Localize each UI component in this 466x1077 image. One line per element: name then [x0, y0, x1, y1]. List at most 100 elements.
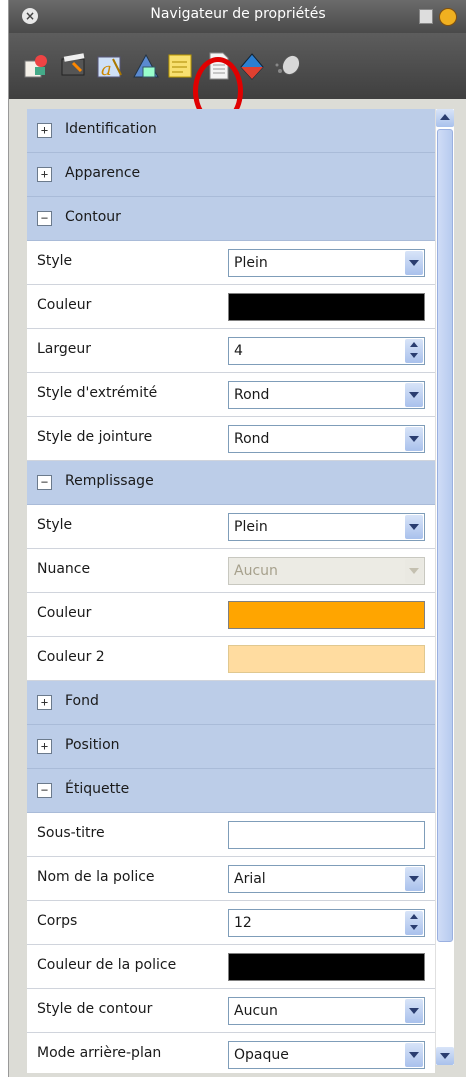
- chevron-down-icon[interactable]: [405, 383, 423, 407]
- outline-style-select[interactable]: Aucun: [228, 997, 425, 1025]
- dock-icon[interactable]: [419, 9, 433, 24]
- select-value: Plein: [234, 519, 268, 535]
- text-format-tab-icon[interactable]: a: [95, 51, 125, 81]
- section-label: Apparence: [65, 165, 141, 181]
- contour-largeur-row: Largeur 4: [27, 329, 435, 373]
- tab-toolbar: a: [9, 33, 466, 125]
- property-label: Style de contour: [37, 1001, 153, 1017]
- expand-icon[interactable]: +: [37, 739, 52, 754]
- label-background-row: Mode arrière-plan Opaque: [27, 1033, 435, 1073]
- label-outline-row: Style de contour Aucun: [27, 989, 435, 1033]
- chevron-down-icon: [405, 559, 423, 583]
- fill-nuance-row: Nuance Aucun: [27, 549, 435, 593]
- contour-extremite-row: Style d'extrémité Rond: [27, 373, 435, 417]
- expand-icon[interactable]: +: [37, 123, 52, 138]
- spin-arrows-icon[interactable]: [405, 911, 423, 935]
- contour-color-swatch[interactable]: [228, 293, 425, 321]
- expand-icon[interactable]: +: [37, 695, 52, 710]
- property-label: Couleur de la police: [37, 957, 177, 973]
- title-bar: × Navigateur de propriétés: [9, 0, 466, 33]
- section-apparence[interactable]: + Apparence: [27, 153, 435, 197]
- section-fond[interactable]: + Fond: [27, 681, 435, 725]
- property-label: Couleur: [37, 297, 92, 313]
- property-list: + Identification + Apparence − Contour S…: [27, 109, 435, 1073]
- vertical-scrollbar[interactable]: [435, 109, 454, 1065]
- section-identification[interactable]: + Identification: [27, 109, 435, 153]
- property-label: Style: [37, 253, 73, 269]
- section-label: Position: [65, 737, 120, 753]
- section-label: Contour: [65, 209, 121, 225]
- animation-tab-icon[interactable]: [59, 51, 89, 81]
- scroll-up-icon[interactable]: [436, 109, 454, 127]
- property-label: Style d'extrémité: [37, 385, 158, 401]
- join-style-select[interactable]: Rond: [228, 425, 425, 453]
- contour-style-row: Style Plein: [27, 241, 435, 285]
- section-label: Fond: [65, 693, 99, 709]
- contour-jointure-row: Style de jointure Rond: [27, 417, 435, 461]
- property-label: Couleur 2: [37, 649, 105, 665]
- scroll-thumb[interactable]: [437, 129, 453, 942]
- select-value: Rond: [234, 387, 270, 403]
- label-size-row: Corps 12: [27, 901, 435, 945]
- fill-couleur2-row: Couleur 2: [27, 637, 435, 681]
- select-value: Opaque: [234, 1047, 289, 1063]
- select-value: Arial: [234, 871, 266, 887]
- spin-value: 4: [234, 343, 243, 359]
- object-tab-icon[interactable]: [21, 51, 51, 81]
- label-font-color-row: Couleur de la police: [27, 945, 435, 989]
- property-label: Corps: [37, 913, 78, 929]
- collapse-icon[interactable]: −: [37, 475, 52, 490]
- section-label: Identification: [65, 121, 157, 137]
- fill-color-swatch[interactable]: [228, 601, 425, 629]
- section-etiquette[interactable]: − Étiquette: [27, 769, 435, 813]
- section-remplissage[interactable]: − Remplissage: [27, 461, 435, 505]
- fill-couleur-row: Couleur: [27, 593, 435, 637]
- background-mode-select[interactable]: Opaque: [228, 1041, 425, 1069]
- select-value: Rond: [234, 431, 270, 447]
- fill-style-select[interactable]: Plein: [228, 513, 425, 541]
- chevron-down-icon[interactable]: [405, 999, 423, 1023]
- font-size-spinbox[interactable]: 12: [228, 909, 425, 937]
- property-label: Sous-titre: [37, 825, 105, 841]
- contour-couleur-row: Couleur: [27, 285, 435, 329]
- property-label: Style: [37, 517, 73, 533]
- property-label: Nom de la police: [37, 869, 155, 885]
- property-label: Nuance: [37, 561, 91, 577]
- font-name-select[interactable]: Arial: [228, 865, 425, 893]
- spin-value: 12: [234, 915, 252, 931]
- collapse-icon[interactable]: −: [37, 783, 52, 798]
- shape-tab-icon[interactable]: [237, 51, 267, 81]
- chevron-down-icon[interactable]: [405, 1043, 423, 1067]
- contour-style-select[interactable]: Plein: [228, 249, 425, 277]
- window-title: Navigateur de propriétés: [150, 6, 326, 22]
- section-position[interactable]: + Position: [27, 725, 435, 769]
- font-color-swatch[interactable]: [228, 953, 425, 981]
- options-icon[interactable]: [439, 8, 457, 26]
- spin-arrows-icon[interactable]: [405, 339, 423, 363]
- chevron-down-icon[interactable]: [405, 427, 423, 451]
- property-label: Mode arrière-plan: [37, 1045, 162, 1061]
- chevron-down-icon[interactable]: [405, 251, 423, 275]
- notes-tab-icon[interactable]: [165, 51, 195, 81]
- chevron-down-icon[interactable]: [405, 515, 423, 539]
- contour-width-spinbox[interactable]: 4: [228, 337, 425, 365]
- label-font-row: Nom de la police Arial: [27, 857, 435, 901]
- svg-text:a: a: [101, 59, 112, 80]
- expand-icon[interactable]: +: [37, 167, 52, 182]
- section-label: Étiquette: [65, 781, 130, 797]
- collapse-icon[interactable]: −: [37, 211, 52, 226]
- subtitle-input[interactable]: [228, 821, 425, 849]
- cap-style-select[interactable]: Rond: [228, 381, 425, 409]
- property-label: Largeur: [37, 341, 92, 357]
- section-contour[interactable]: − Contour: [27, 197, 435, 241]
- shape-style-tab-icon[interactable]: [131, 51, 161, 81]
- chevron-down-icon[interactable]: [405, 867, 423, 891]
- property-label: Couleur: [37, 605, 92, 621]
- fill-shade-select: Aucun: [228, 557, 425, 585]
- properties-panel: × Navigateur de propriétés a + Identific…: [8, 0, 466, 1077]
- effects-tab-icon[interactable]: [273, 51, 303, 81]
- fill-color2-swatch[interactable]: [228, 645, 425, 673]
- select-value: Aucun: [234, 563, 278, 579]
- select-value: Aucun: [234, 1003, 278, 1019]
- scroll-down-icon[interactable]: [436, 1047, 454, 1065]
